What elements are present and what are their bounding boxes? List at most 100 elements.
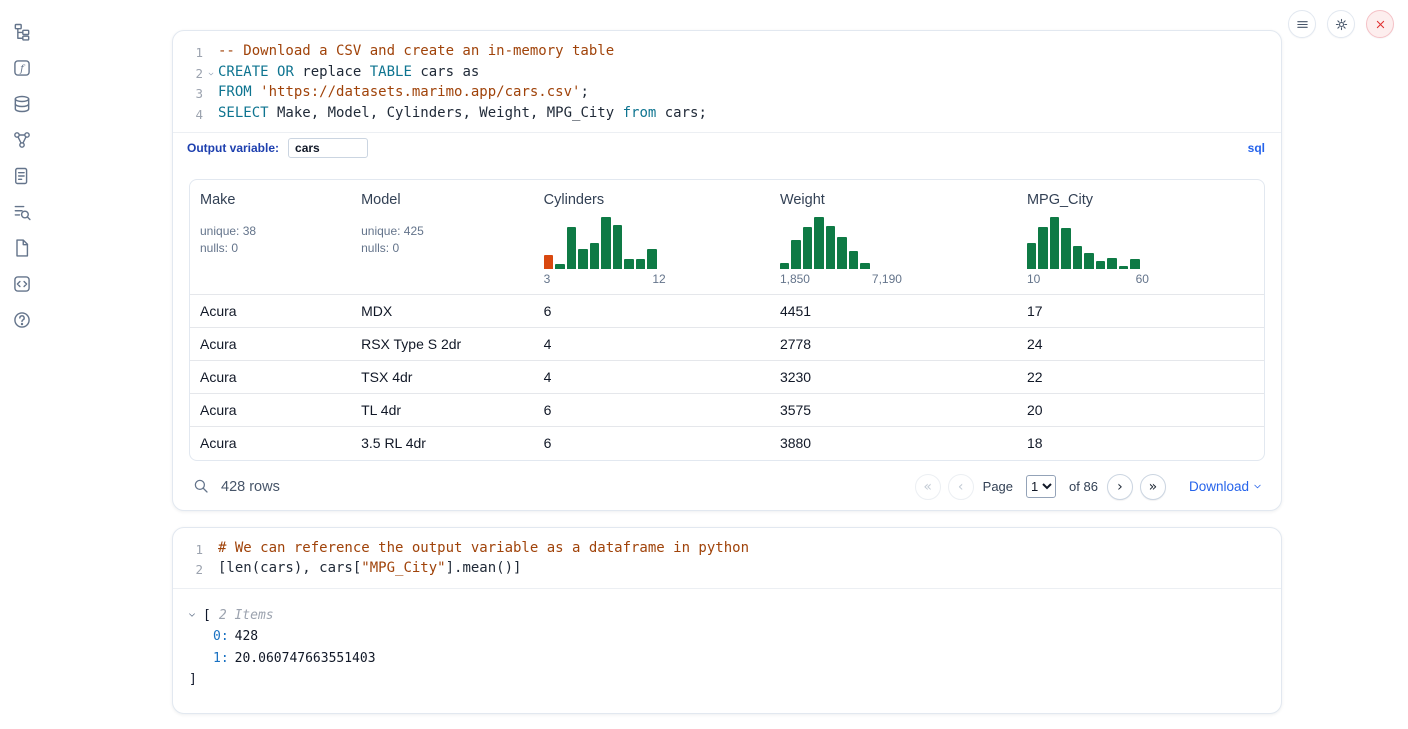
table-row: AcuraMDX6445117 [190,295,1264,328]
code-line: 2 CREATE OR replace TABLE cars as [179,63,1267,84]
next-page-button[interactable]: › [1107,474,1133,500]
histogram-bar [1050,217,1060,269]
download-label: Download [1189,479,1249,494]
table-of-contents-icon[interactable] [12,202,32,222]
table-row: AcuraTL 4dr6357520 [190,394,1264,427]
histogram-bar [1119,266,1129,269]
code-token: -- Download a CSV and create an in-memor… [218,43,614,59]
close-icon[interactable] [1366,10,1394,38]
file-explorer-icon[interactable] [12,22,32,42]
search-icon[interactable] [191,477,211,497]
hamburger-menu-icon[interactable] [1288,10,1316,38]
cell-output: [ 2 Items 0: 428 1: 20.060747663551403 ] [173,588,1281,713]
output-variable-label: Output variable: [187,141,279,155]
fold-chevron-icon[interactable] [203,63,218,78]
code-line: 1 # We can reference the output variable… [179,539,1267,560]
sql-code-editor[interactable]: 1 -- Download a CSV and create an in-mem… [173,31,1281,132]
svg-text:f: f [19,64,26,75]
table-row: AcuraTSX 4dr4323022 [190,361,1264,394]
code-token: replace [294,64,370,80]
histogram-bar [1130,259,1140,269]
code-token: TABLE [370,64,412,80]
output-variable-input[interactable] [288,138,368,158]
gutter [203,42,218,49]
help-icon[interactable] [12,310,32,330]
histogram-bar [1073,246,1083,269]
item-value: 428 [235,629,258,644]
previous-page-button[interactable]: ‹ [948,474,974,500]
list-item: 1: 20.060747663551403 [187,648,1265,670]
tree-collapse-chevron-icon[interactable] [187,608,201,622]
column-header-cylinders[interactable]: Cylinders 3 12 [534,180,770,295]
scratchpad-icon[interactable] [12,166,32,186]
column-header-weight[interactable]: Weight 1,8507,190 [770,180,1017,295]
notebook: 1 -- Download a CSV and create an in-mem… [172,30,1282,729]
item-index: 1: [213,651,229,666]
code-line: 4 SELECT Make, Model, Cylinders, Weight,… [179,104,1267,125]
histogram-bar [555,264,565,269]
axis-min: 3 [544,272,551,286]
mpg-city-histogram: 10 60 [1027,217,1149,286]
left-toolbar: f [0,0,44,330]
code-token: [len(cars), cars[ [218,560,361,576]
column-header-model[interactable]: Model unique: 425 nulls: 0 [351,180,534,295]
line-number: 3 [179,83,203,104]
output-variable-row: Output variable: sql [173,132,1281,167]
page-select[interactable]: 1 [1026,475,1056,498]
code-token: ; [580,84,588,100]
histogram-bar [590,243,600,269]
open-bracket: [ [203,605,211,627]
language-badge: sql [1248,141,1265,155]
list-item: 0: 428 [187,626,1265,648]
item-index: 0: [213,629,229,644]
page-label: Page [983,479,1013,494]
pagination: « ‹ Page 1 of 86 › » Download [915,474,1263,500]
code-token: cars as [412,64,479,80]
download-button[interactable]: Download [1189,479,1263,494]
column-label: Make [200,192,341,208]
documentation-icon[interactable] [12,238,32,258]
histogram-bar [613,225,623,269]
column-label: Weight [780,192,1007,208]
table-footer: 428 rows « ‹ Page 1 of 86 › » Download [173,461,1281,510]
histogram-bar [636,259,646,269]
column-stats: unique: 425 nulls: 0 [361,223,524,257]
axis-max: 7,190 [872,272,902,286]
first-page-button[interactable]: « [915,474,941,500]
code-line: 3 FROM 'https://datasets.marimo.app/cars… [179,83,1267,104]
function-icon[interactable]: f [12,58,32,78]
axis-max: 12 [652,272,665,286]
dependency-graph-icon[interactable] [12,130,32,150]
item-value: 20.060747663551403 [235,651,376,666]
histogram-bar [826,226,836,269]
gear-icon[interactable] [1327,10,1355,38]
code-token: cars; [656,105,707,121]
code-token: "MPG_City" [361,560,445,576]
axis-max: 60 [1136,272,1149,286]
column-label: Model [361,192,524,208]
line-number: 4 [179,104,203,125]
histogram-bar [780,263,790,269]
total-pages-label: of 86 [1069,479,1098,494]
sql-cell: 1 -- Download a CSV and create an in-mem… [172,30,1282,511]
close-bracket: ] [187,669,1265,691]
histogram-bar [814,217,824,269]
chevron-down-icon [1252,481,1263,492]
column-label: Cylinders [544,192,760,208]
items-count-label: 2 Items [219,605,274,627]
last-page-button[interactable]: » [1140,474,1166,500]
histogram-bar [1084,253,1094,269]
axis-min: 10 [1027,272,1040,286]
histogram-bar [1061,228,1071,269]
line-number: 2 [179,559,203,580]
datasources-icon[interactable] [12,94,32,114]
gutter [203,539,218,546]
code-line: 2 [len(cars), cars["MPG_City"].mean()] [179,559,1267,580]
code-token: FROM [218,84,252,100]
line-number: 1 [179,42,203,63]
column-header-make[interactable]: Make unique: 38 nulls: 0 [190,180,351,295]
snippets-icon[interactable] [12,274,32,294]
python-code-editor[interactable]: 1 # We can reference the output variable… [173,528,1281,588]
python-cell: 1 # We can reference the output variable… [172,527,1282,714]
column-header-mpg-city[interactable]: MPG_City 1060 [1017,180,1264,295]
